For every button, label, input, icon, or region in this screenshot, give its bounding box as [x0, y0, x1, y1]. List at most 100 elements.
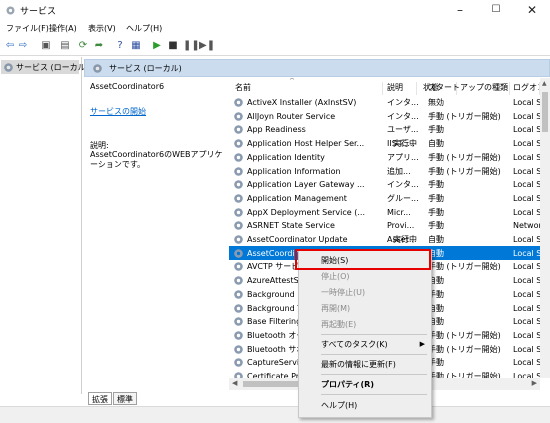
table-row[interactable]: App Readiness ユーザ... 手動 Local S: [229, 122, 540, 136]
service-gear-icon: [234, 248, 243, 258]
cell-logon: Local S: [513, 180, 540, 190]
cell-name: AllJoyn Router Service: [247, 111, 336, 121]
service-gear-icon: [234, 207, 243, 217]
cell-startup-type: 手動: [428, 207, 444, 217]
cell-logon: Local S: [513, 303, 540, 313]
context-restart[interactable]: 再起動(E): [300, 317, 431, 332]
table-row[interactable]: Application Management グルー... 手動 Local S: [229, 191, 540, 205]
table-row[interactable]: Application Information 追加... 手動 (トリガー開始) L…: [229, 164, 540, 178]
menu-action[interactable]: 操作(A): [49, 23, 77, 34]
cell-startup-type: 手動 (トリガー開始): [428, 262, 501, 272]
menu-bar: ファイル(F) 操作(A) 表示(V) ヘルプ(H): [0, 20, 550, 37]
context-separator: [321, 394, 427, 395]
cell-status: [393, 166, 427, 177]
scroll-thumb[interactable]: [243, 381, 303, 387]
export-list-icon[interactable]: ➦: [93, 40, 105, 52]
refresh-icon[interactable]: ⟳: [77, 40, 89, 52]
cell-startup-type: 手動: [428, 125, 444, 135]
context-menu: 開始(S) 停止(O) 一時停止(U) 再開(M) 再起動(E) すべてのタスク…: [298, 250, 432, 418]
menu-help[interactable]: ヘルプ(H): [126, 23, 162, 34]
service-gear-icon: [234, 152, 243, 162]
service-gear-icon: [234, 194, 243, 203]
cell-status: 実行中: [393, 139, 417, 149]
cell-name: AppX Deployment Service (...: [247, 207, 365, 217]
context-all-tasks[interactable]: すべてのタスク(K) ▶: [300, 337, 431, 352]
service-gear-icon: [234, 235, 243, 244]
cell-startup-type: 自動: [428, 317, 444, 327]
menu-file[interactable]: ファイル(F): [6, 23, 49, 34]
scroll-left-icon[interactable]: ◀: [232, 379, 237, 387]
cell-logon: Local S: [513, 344, 540, 354]
cell-startup-type: 自動: [428, 139, 444, 149]
cell-name: AssetCoordinator Update: [247, 235, 348, 244]
forward-arrow-icon[interactable]: ⇨: [17, 40, 29, 52]
cell-name: ASRNET State Service: [247, 221, 335, 231]
cell-startup-type: 手動: [428, 193, 444, 203]
menu-view[interactable]: 表示(V): [88, 23, 116, 34]
cell-name: App Readiness: [247, 125, 306, 135]
cell-name: Application Management: [247, 193, 347, 203]
table-row[interactable]: Application Identity アプリ... 手動 (トリガー開始) Loc…: [229, 150, 540, 164]
table-row[interactable]: AppX Deployment Service (... Micr... 手動 Loc…: [229, 205, 540, 219]
services-app-icon: [6, 6, 15, 15]
context-pause[interactable]: 一時停止(U): [300, 285, 431, 300]
list-view-icon[interactable]: ▤: [59, 40, 71, 52]
cell-logon: Local S: [513, 207, 540, 217]
minimize-button[interactable]: –: [442, 0, 478, 20]
cell-logon: Local S: [513, 111, 540, 121]
help-icon[interactable]: ?: [114, 40, 126, 52]
service-gear-icon: [234, 111, 243, 121]
context-help[interactable]: ヘルプ(H): [300, 398, 431, 413]
console-tree-icon[interactable]: ▣: [40, 40, 52, 52]
properties-icon[interactable]: ▦: [130, 40, 142, 52]
scroll-thumb[interactable]: [542, 92, 548, 132]
start-service-link[interactable]: サービスの開始: [90, 106, 146, 117]
tree-item-services-local[interactable]: サービス (ローカル): [1, 60, 89, 74]
column-header-startup-type[interactable]: スタートアップの種類: [428, 82, 510, 95]
restart-service-icon[interactable]: ▶❚: [199, 40, 215, 52]
cell-logon: Local S: [513, 248, 540, 258]
cell-logon: Local S: [513, 372, 540, 378]
cell-logon: Local S: [513, 166, 540, 176]
maximize-button[interactable]: ☐: [478, 0, 514, 20]
service-gear-icon: [234, 303, 243, 313]
stop-service-icon[interactable]: ■: [167, 40, 179, 52]
service-gear-icon: [234, 289, 243, 299]
context-resume[interactable]: 再開(M): [300, 301, 431, 316]
context-refresh[interactable]: 最新の情報に更新(F): [300, 357, 431, 372]
tab-standard[interactable]: 標準: [113, 392, 137, 405]
column-header-name[interactable]: 名前: [235, 82, 383, 95]
table-row[interactable]: ASRNET State Service Provi... 手動 Networ: [229, 218, 540, 232]
cell-name: ActiveX Installer (AxInstSV): [247, 98, 357, 107]
vertical-scrollbar[interactable]: ▲: [540, 78, 550, 378]
cell-name: Application Information: [247, 166, 341, 176]
cell-name: Application Layer Gateway ...: [247, 180, 365, 190]
highlight-box: [295, 249, 431, 270]
service-gear-icon: [234, 317, 243, 326]
table-row[interactable]: Application Host Helper Ser... IIS に... 実行…: [229, 136, 540, 150]
scroll-right-icon[interactable]: ▶: [532, 379, 537, 387]
service-gear-icon: [234, 166, 243, 176]
cell-startup-type: 手動: [428, 289, 444, 299]
column-header-description[interactable]: 説明: [387, 82, 417, 95]
start-service-icon[interactable]: ▶: [151, 40, 163, 52]
back-arrow-icon[interactable]: ⇦: [4, 40, 16, 52]
column-header-logon[interactable]: ログオン: [513, 82, 540, 95]
close-button[interactable]: ✕: [514, 0, 550, 20]
service-detail-pane: AssetCoordinator6 サービスの開始 説明: AssetCoord…: [84, 78, 229, 390]
table-row[interactable]: ActiveX Installer (AxInstSV) インタ... 無効 Loca…: [229, 95, 540, 109]
scroll-up-icon[interactable]: ▲: [542, 80, 547, 87]
cell-startup-type: 自動: [428, 235, 444, 244]
context-properties[interactable]: プロパティ(R): [300, 377, 431, 392]
table-row[interactable]: AssetCoordinator Update Asset... 実行中 自動 Loca…: [229, 232, 540, 246]
table-row[interactable]: Application Layer Gateway ... インタ... 手動 Loc…: [229, 177, 540, 191]
cell-logon: Local S: [513, 276, 540, 286]
service-gear-icon: [234, 139, 243, 148]
service-gear-icon: [234, 221, 243, 231]
context-stop[interactable]: 停止(O): [300, 269, 431, 284]
tab-extended[interactable]: 拡張: [88, 392, 112, 405]
cell-startup-type: 手動: [428, 358, 444, 368]
table-row[interactable]: AllJoyn Router Service インタ... 手動 (トリガー開始) L…: [229, 109, 540, 123]
pause-service-icon[interactable]: ❚❚: [183, 40, 200, 52]
cell-startup-type: 手動 (トリガー開始): [428, 166, 501, 176]
